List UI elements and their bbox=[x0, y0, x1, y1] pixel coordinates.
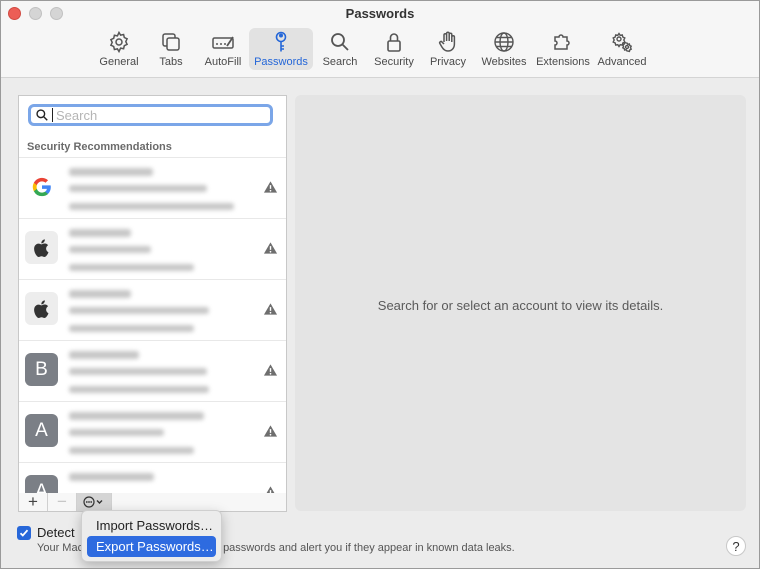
tab-search[interactable]: Search bbox=[313, 28, 367, 70]
tab-general[interactable]: General bbox=[93, 28, 145, 70]
blurred-text bbox=[69, 386, 209, 393]
gear-icon bbox=[109, 30, 129, 54]
blurred-text bbox=[69, 368, 207, 375]
blurred-text bbox=[69, 168, 153, 176]
tab-label: Advanced bbox=[597, 56, 647, 68]
blurred-text bbox=[69, 429, 164, 436]
letter-avatar: A bbox=[25, 414, 58, 447]
warning-icon bbox=[263, 303, 278, 315]
detect-description-suffix: passwords and alert you if they appear i… bbox=[223, 542, 515, 554]
tab-label: Search bbox=[322, 56, 358, 68]
warning-icon bbox=[263, 181, 278, 193]
more-options-button[interactable] bbox=[77, 493, 112, 511]
blurred-text bbox=[69, 185, 207, 192]
blurred-text bbox=[69, 229, 131, 237]
tab-extensions[interactable]: Extensions bbox=[533, 28, 593, 70]
tab-websites[interactable]: Websites bbox=[475, 28, 533, 70]
hand-icon bbox=[438, 31, 456, 52]
blurred-text bbox=[69, 264, 194, 271]
preferences-window: Passwords General Tabs AutoFill Password… bbox=[0, 0, 760, 569]
text-cursor bbox=[52, 108, 53, 122]
tab-security[interactable]: Security bbox=[367, 28, 421, 70]
search-icon bbox=[331, 33, 349, 51]
toolbar: Passwords General Tabs AutoFill Password… bbox=[1, 1, 759, 78]
blurred-text bbox=[69, 473, 154, 481]
tab-label: Websites bbox=[481, 56, 527, 68]
letter-avatar: B bbox=[25, 353, 58, 386]
window-title: Passwords bbox=[345, 6, 415, 21]
globe-icon bbox=[494, 32, 514, 52]
tab-advanced[interactable]: Advanced bbox=[593, 28, 651, 70]
gears-icon bbox=[612, 32, 633, 53]
section-header: Security Recommendations bbox=[27, 141, 172, 153]
apple-logo-icon bbox=[25, 231, 58, 264]
list-item[interactable] bbox=[19, 157, 286, 218]
menu-item-import-passwords[interactable]: Import Passwords… bbox=[87, 515, 216, 536]
ellipsis-circle-icon bbox=[83, 496, 103, 508]
blurred-text bbox=[69, 325, 194, 332]
list-item[interactable]: A bbox=[19, 462, 286, 494]
tab-passwords[interactable]: Passwords bbox=[249, 28, 313, 70]
tab-autofill[interactable]: AutoFill bbox=[197, 28, 249, 70]
tab-privacy[interactable]: Privacy bbox=[421, 28, 475, 70]
search-icon bbox=[36, 109, 48, 121]
list-item[interactable]: A bbox=[19, 401, 286, 462]
password-list-panel: Security Recommendations bbox=[18, 95, 287, 495]
preferences-tabs: General Tabs AutoFill Passwords Search S… bbox=[93, 28, 651, 70]
list-item[interactable] bbox=[19, 218, 286, 279]
list-item[interactable]: B bbox=[19, 340, 286, 401]
blurred-text bbox=[69, 447, 194, 454]
lock-icon bbox=[387, 33, 401, 52]
detect-checkbox-label: Detect bbox=[37, 525, 75, 540]
tab-label: Security bbox=[374, 56, 414, 68]
warning-icon bbox=[263, 364, 278, 376]
tabs-icon bbox=[162, 33, 180, 51]
tab-label: General bbox=[99, 56, 139, 68]
warning-icon bbox=[263, 425, 278, 437]
remove-button[interactable]: − bbox=[48, 492, 77, 511]
tab-label: AutoFill bbox=[204, 56, 242, 68]
search-field[interactable] bbox=[28, 104, 273, 126]
more-options-menu: Import Passwords… Export Passwords… bbox=[81, 510, 222, 562]
help-button[interactable]: ? bbox=[726, 536, 746, 556]
autofill-icon bbox=[212, 36, 234, 49]
blurred-text bbox=[69, 351, 139, 359]
blurred-text bbox=[69, 307, 209, 314]
blurred-text bbox=[69, 246, 151, 253]
blurred-text bbox=[69, 203, 234, 210]
tab-tabs[interactable]: Tabs bbox=[145, 28, 197, 70]
menu-item-export-passwords[interactable]: Export Passwords… bbox=[87, 536, 216, 557]
puzzle-icon bbox=[554, 34, 570, 50]
warning-icon bbox=[263, 242, 278, 254]
tab-label: Extensions bbox=[536, 56, 590, 68]
key-icon bbox=[275, 31, 287, 52]
add-button[interactable]: + bbox=[19, 492, 48, 511]
checkmark-icon bbox=[19, 529, 29, 537]
search-input[interactable] bbox=[56, 107, 256, 123]
detect-compromised-row: Detect bbox=[17, 525, 75, 540]
list-item[interactable] bbox=[19, 279, 286, 340]
blurred-text bbox=[69, 290, 131, 298]
blurred-text bbox=[69, 412, 204, 420]
tab-label: Privacy bbox=[429, 56, 467, 68]
password-list: B A A bbox=[19, 157, 286, 494]
detail-pane: Search for or select an account to view … bbox=[295, 95, 746, 511]
empty-detail-message: Search for or select an account to view … bbox=[377, 298, 664, 313]
detect-description-prefix: Your Mac bbox=[37, 542, 84, 554]
detect-checkbox[interactable] bbox=[17, 525, 31, 540]
tab-label: Tabs bbox=[159, 56, 183, 68]
tab-label: Passwords bbox=[254, 56, 308, 68]
google-logo-icon bbox=[25, 170, 58, 203]
apple-logo-icon bbox=[25, 292, 58, 325]
